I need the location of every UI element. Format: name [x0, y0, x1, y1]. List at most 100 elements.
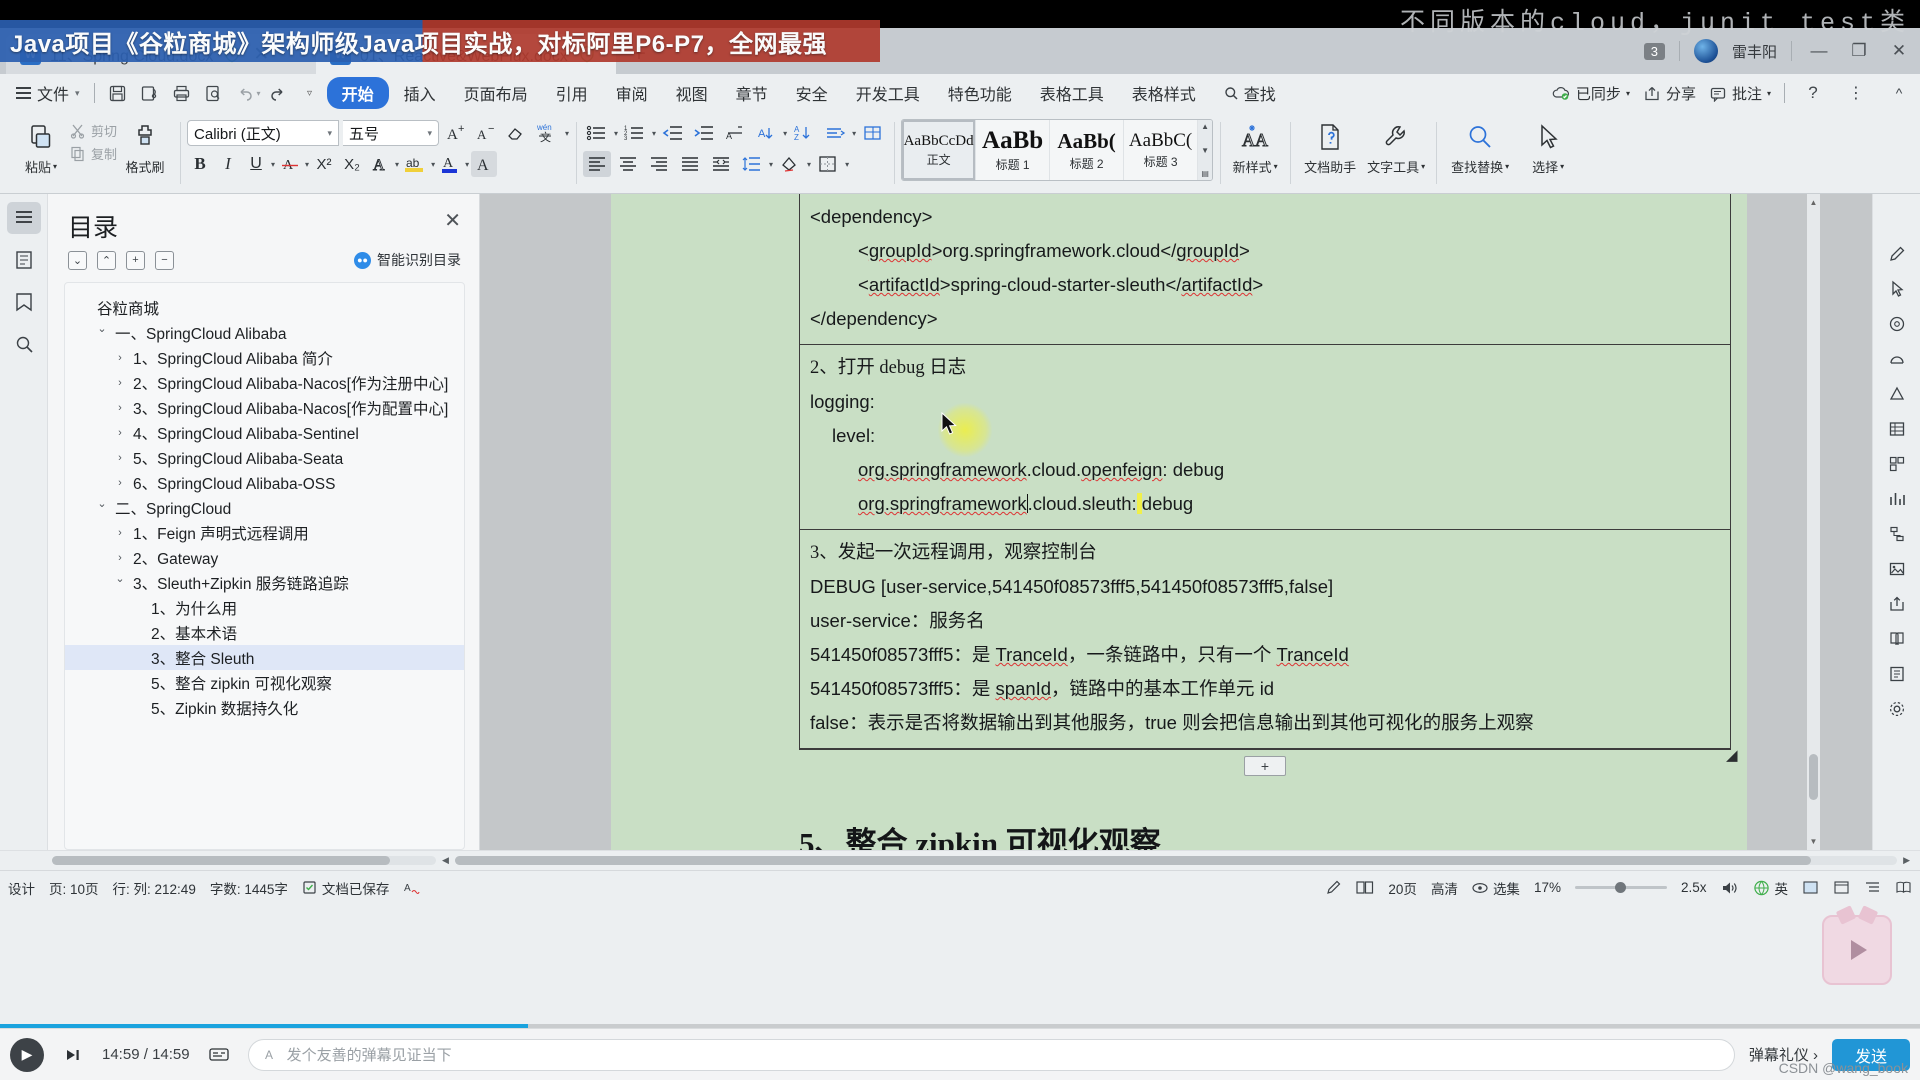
sort-icon[interactable]: AZ	[790, 120, 818, 146]
doc-scroll-thumb[interactable]	[454, 856, 1811, 865]
table-icon[interactable]	[1882, 415, 1912, 443]
danmu-toggle-icon[interactable]	[204, 1040, 234, 1070]
file-menu-button[interactable]: 文件 ▾	[10, 81, 86, 105]
thumbnail-panel-icon[interactable]	[7, 244, 41, 276]
pinyin-guide-icon[interactable]: wén 文	[533, 120, 561, 146]
grid-icon[interactable]	[1882, 450, 1912, 478]
toc-item[interactable]: 2、Gateway	[65, 545, 464, 570]
comment-button[interactable]: 批注 ▾	[1709, 83, 1771, 104]
message-count-badge[interactable]: 3	[1643, 42, 1665, 60]
distribute-icon[interactable]	[707, 151, 735, 177]
ribbon-tab-chapter[interactable]: 章节	[723, 78, 781, 108]
scroll-down-icon[interactable]: ▼	[1201, 146, 1209, 155]
next-video-button[interactable]	[58, 1040, 88, 1070]
align-right-icon[interactable]	[645, 151, 673, 177]
close-navigation-icon[interactable]: ✕	[444, 208, 461, 233]
chevron-down-icon[interactable]	[113, 576, 127, 589]
font-family-select[interactable]: Calibri (正文) ▾	[187, 120, 340, 146]
toc-item[interactable]: 谷粒商城	[65, 295, 464, 320]
toc-item[interactable]: 一、SpringCloud Alibaba	[65, 320, 464, 345]
collapse-ribbon-icon[interactable]: ^	[1884, 78, 1914, 108]
character-shading-button[interactable]: A	[471, 151, 498, 177]
outline-panel-icon[interactable]	[6, 202, 41, 234]
text-tools-button[interactable]: 文字工具 ▾	[1363, 115, 1429, 176]
toc-item[interactable]: 1、为什么用	[65, 595, 464, 620]
design-mode-label[interactable]: 设计	[8, 878, 35, 898]
grow-font-icon[interactable]: A +	[443, 120, 469, 146]
ribbon-tab-page-layout[interactable]: 页面布局	[451, 78, 541, 108]
font-color-button[interactable]: A	[437, 151, 463, 177]
export-icon[interactable]	[1882, 590, 1912, 618]
flowchart-icon[interactable]	[1882, 520, 1912, 548]
nav-scroll-thumb[interactable]	[52, 856, 390, 865]
code-table[interactable]: <dependency> <groupId>org.springframewor…	[799, 194, 1738, 764]
view-read-mode-icon[interactable]	[1895, 880, 1912, 895]
save-icon[interactable]	[103, 78, 133, 108]
quality-label[interactable]: 高清	[1431, 878, 1458, 898]
collapse-up-icon[interactable]: ⌃	[97, 250, 116, 270]
paste-button[interactable]: 粘贴 ▾	[13, 115, 69, 176]
font-size-select[interactable]: 五号 ▾	[343, 120, 440, 146]
cut-button[interactable]: 剪切	[69, 121, 117, 140]
text-effects-button[interactable]: A	[367, 151, 393, 177]
ribbon-tab-insert[interactable]: 插入	[391, 78, 449, 108]
highlight-button[interactable]: ab	[401, 151, 429, 177]
document-vertical-scrollbar[interactable]: ▲ ▼	[1807, 194, 1820, 850]
ribbon-tab-start[interactable]: 开始	[326, 77, 389, 109]
smart-toc-button[interactable]: ●● 智能识别目录	[354, 250, 461, 270]
toc-item[interactable]: 3、整合 Sleuth	[65, 645, 464, 670]
add-row-button[interactable]: +	[1244, 756, 1286, 776]
toc-item[interactable]: 5、SpringCloud Alibaba-Seata	[65, 445, 464, 470]
floating-video-window[interactable]	[1822, 915, 1892, 985]
ribbon-tab-dev-tools[interactable]: 开发工具	[843, 78, 933, 108]
document-tab-1[interactable]: W 11、Spring Cloud.docx ✕	[6, 34, 316, 74]
ribbon-tab-security[interactable]: 安全	[783, 78, 841, 108]
select-range-button[interactable]: 选集	[1472, 878, 1520, 898]
ribbon-find-button[interactable]: 查找	[1211, 78, 1289, 108]
close-tab-1-icon[interactable]: ✕	[251, 43, 271, 66]
share-button[interactable]: 分享	[1643, 83, 1696, 104]
style-normal[interactable]: AaBbCcDd 正文	[902, 120, 977, 180]
table-resize-handle[interactable]: ◢	[1726, 746, 1742, 764]
page-number-label[interactable]: 20页	[1388, 878, 1417, 898]
italic-button[interactable]: I	[215, 151, 241, 177]
show-marks-icon[interactable]	[821, 120, 849, 146]
chevron-right-icon[interactable]	[113, 527, 127, 539]
dictionary-icon[interactable]	[1882, 625, 1912, 653]
style-gallery-scrollbar[interactable]: ▲ ▼ ▤	[1198, 120, 1213, 180]
chevron-right-icon[interactable]	[113, 352, 127, 364]
decrease-indent-icon[interactable]	[659, 120, 687, 146]
scroll-up-icon[interactable]: ▲	[1809, 198, 1818, 207]
strikethrough-button[interactable]: A	[277, 151, 303, 177]
shading-icon[interactable]	[776, 151, 804, 177]
ribbon-tab-references[interactable]: 引用	[543, 78, 601, 108]
chevron-right-icon[interactable]	[113, 427, 127, 439]
toc-item[interactable]: 3、SpringCloud Alibaba-Nacos[作为配置中心]	[65, 395, 464, 420]
scroll-up-icon[interactable]: ▲	[1201, 122, 1209, 131]
chevron-right-icon[interactable]	[113, 452, 127, 464]
user-name-label[interactable]: 雷丰阳	[1732, 41, 1777, 62]
ribbon-tab-features[interactable]: 特色功能	[935, 78, 1025, 108]
find-replace-button[interactable]: 查找替换 ▾	[1443, 115, 1517, 176]
expand-all-icon[interactable]: +	[126, 250, 145, 270]
view-web-layout-icon[interactable]	[1833, 880, 1850, 895]
align-center-icon[interactable]	[614, 151, 642, 177]
zoom-slider[interactable]	[1574, 882, 1667, 893]
ribbon-tab-view[interactable]: 视图	[663, 78, 721, 108]
scrollbar-thumb[interactable]	[1809, 754, 1818, 800]
ink-tool-icon[interactable]	[1325, 879, 1342, 896]
view-page-layout-icon[interactable]	[1802, 880, 1819, 895]
style-heading-2[interactable]: AaBb( 标题 2	[1050, 120, 1125, 180]
save-as-icon[interactable]	[135, 78, 165, 108]
select-button[interactable]: 选择 ▾	[1517, 115, 1579, 176]
expand-gallery-icon[interactable]: ▤	[1201, 169, 1209, 178]
shape-circle-icon[interactable]	[1882, 345, 1912, 373]
chart-icon[interactable]	[1882, 485, 1912, 513]
more-options-icon[interactable]: ⋮	[1841, 78, 1871, 108]
align-left-icon[interactable]	[583, 151, 612, 177]
collapse-down-icon[interactable]: ⌄	[68, 250, 87, 270]
scroll-right-icon[interactable]: ▶	[1897, 855, 1916, 866]
nav-horizontal-scroll[interactable]	[4, 856, 436, 865]
shape-triangle-icon[interactable]	[1882, 380, 1912, 408]
customize-toolbar-icon[interactable]: ▿	[295, 78, 325, 108]
